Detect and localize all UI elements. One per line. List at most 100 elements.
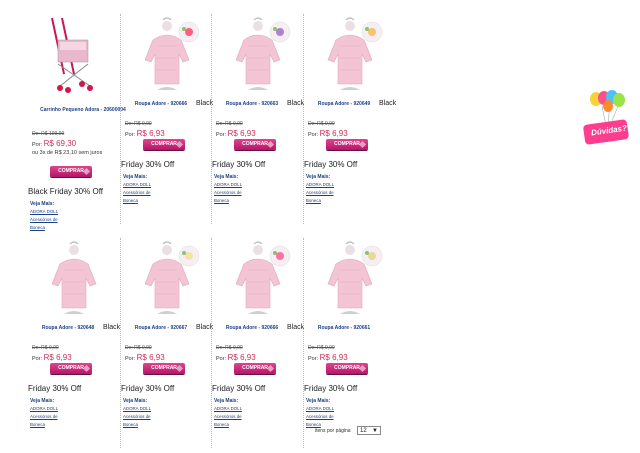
see-more-link[interactable]: ADORA DOLL xyxy=(214,182,242,187)
see-more-link[interactable]: ADORA DOLL xyxy=(30,406,58,411)
old-price: De: R$ 9,90 xyxy=(125,121,152,127)
product-image[interactable] xyxy=(314,238,384,320)
promo-word-black: Black xyxy=(379,100,397,107)
see-more-link[interactable]: Boneca xyxy=(214,422,229,427)
price-line: Por: R$ 6,93 xyxy=(125,353,165,362)
see-more-link[interactable]: Boneca xyxy=(123,422,138,427)
product-image[interactable] xyxy=(222,14,292,96)
buy-button[interactable]: COMPRAR xyxy=(326,139,368,150)
product-name[interactable]: Roupa Adore - 920663 xyxy=(214,101,290,107)
see-more-link[interactable]: Acessórios de xyxy=(306,414,334,419)
items-per-page-label: itens por página xyxy=(315,428,351,434)
product-card: Roupa Adore - 920648 Black De: R$ 9,90 Por:… xyxy=(28,238,120,448)
buy-button[interactable]: COMPRAR xyxy=(326,363,368,374)
old-price: De: R$ 9,90 xyxy=(216,121,243,127)
see-more-link[interactable]: Boneca xyxy=(306,198,321,203)
price-prefix: Por: xyxy=(308,356,319,362)
promo-label: Friday 30% Off xyxy=(212,384,266,393)
see-more-link[interactable]: Acessórios de xyxy=(214,414,242,419)
buy-button[interactable]: COMPRAR xyxy=(234,363,276,374)
product-name[interactable]: Roupa Adore - 920667 xyxy=(123,325,199,331)
see-more-label: Veja Mais: xyxy=(214,174,239,180)
see-more-label: Veja Mais: xyxy=(123,174,148,180)
current-price: R$ 6,93 xyxy=(136,129,165,138)
product-image[interactable] xyxy=(131,14,201,96)
product-name[interactable]: Roupa Adore - 920648 xyxy=(30,325,106,331)
product-card: Roupa Adore - 920667 Black De: R$ 9,90 Por:… xyxy=(120,238,213,448)
promo-label: Friday 30% Off xyxy=(121,160,175,169)
current-price: R$ 6,93 xyxy=(227,129,256,138)
see-more-link[interactable]: Acessórios de xyxy=(30,414,58,419)
help-balloons-button[interactable]: Dúvidas? xyxy=(582,90,632,152)
installments: ou 3x de R$ 23,10 sem juros xyxy=(32,150,103,156)
price-line: Por: R$ 6,93 xyxy=(216,353,256,362)
price-line: Por: R$ 6,93 xyxy=(125,129,165,138)
price-prefix: Por: xyxy=(32,356,43,362)
see-more-link[interactable]: ADORA DOLL xyxy=(306,406,334,411)
old-price: De: R$ 109,00 xyxy=(32,131,65,137)
old-price: De: R$ 9,90 xyxy=(308,345,335,351)
product-image[interactable] xyxy=(38,14,108,96)
buy-button[interactable]: COMPRAR xyxy=(143,139,185,150)
product-image[interactable] xyxy=(38,238,108,320)
promo-label: Black Friday 30% Off xyxy=(28,187,103,196)
items-per-page-value: 12 xyxy=(360,428,367,434)
see-more-link[interactable]: Boneca xyxy=(214,198,229,203)
see-more-link[interactable]: ADORA DOLL xyxy=(123,406,151,411)
see-more-link[interactable]: Acessórios de xyxy=(30,217,58,222)
promo-label: Friday 30% Off xyxy=(212,160,266,169)
current-price: R$ 69,30 xyxy=(43,139,77,148)
product-name[interactable]: Roupa Adore - 920666 xyxy=(214,325,290,331)
price-line: Por: R$ 69,30 xyxy=(32,139,76,148)
promo-label: Friday 30% Off xyxy=(28,384,82,393)
chevron-down-icon: ▼ xyxy=(372,428,378,434)
see-more-link[interactable]: Boneca xyxy=(123,198,138,203)
product-image[interactable] xyxy=(222,238,292,320)
product-name[interactable]: Roupa Adore - 920666 xyxy=(123,101,199,107)
promo-word-black: Black xyxy=(287,324,305,331)
see-more-link[interactable]: Acessórios de xyxy=(214,190,242,195)
product-image[interactable] xyxy=(131,238,201,320)
see-more-label: Veja Mais: xyxy=(214,398,239,404)
current-price: R$ 6,93 xyxy=(43,353,72,362)
current-price: R$ 6,93 xyxy=(227,353,256,362)
see-more-link[interactable]: ADORA DOLL xyxy=(123,182,151,187)
see-more-link[interactable]: ADORA DOLL xyxy=(306,182,334,187)
see-more-label: Veja Mais: xyxy=(306,174,331,180)
promo-label: Friday 30% Off xyxy=(304,160,358,169)
product-name[interactable]: Roupa Adore - 920661 xyxy=(306,325,382,331)
buy-button[interactable]: COMPRAR xyxy=(234,139,276,150)
product-card: Roupa Adore - 920649 Black De: R$ 9,90 Por:… xyxy=(303,14,396,224)
see-more-link[interactable]: Boneca xyxy=(30,225,45,230)
buy-button[interactable]: COMPRAR xyxy=(50,166,92,177)
promo-label: Friday 30% Off xyxy=(121,384,175,393)
see-more-link[interactable]: Boneca xyxy=(30,422,45,427)
product-card: Roupa Adore - 920666 Black De: R$ 9,90 Por:… xyxy=(211,238,304,448)
items-per-page-select[interactable]: 12 ▼ xyxy=(357,426,381,435)
product-name[interactable]: Roupa Adore - 920649 xyxy=(306,101,382,107)
see-more-link[interactable]: Acessórios de xyxy=(123,414,151,419)
promo-word-black: Black xyxy=(287,100,305,107)
old-price: De: R$ 9,90 xyxy=(125,345,152,351)
see-more-link[interactable]: Boneca xyxy=(306,422,321,427)
current-price: R$ 6,93 xyxy=(319,353,348,362)
buy-button[interactable]: COMPRAR xyxy=(143,363,185,374)
product-card: Roupa Adore - 920661 De: R$ 9,90 Por: R$ 6… xyxy=(303,238,388,448)
see-more-link[interactable]: Acessórios de xyxy=(306,190,334,195)
see-more-label: Veja Mais: xyxy=(123,398,148,404)
buy-button[interactable]: COMPRAR xyxy=(50,363,92,374)
price-prefix: Por: xyxy=(125,356,136,362)
see-more-link[interactable]: Acessórios de xyxy=(123,190,151,195)
see-more-label: Veja Mais: xyxy=(30,201,55,207)
current-price: R$ 6,93 xyxy=(319,129,348,138)
price-line: Por: R$ 6,93 xyxy=(308,353,348,362)
product-image[interactable] xyxy=(314,14,384,96)
promo-word-black: Black xyxy=(103,324,121,331)
see-more-link[interactable]: ADORA DOLL xyxy=(30,209,58,214)
product-row-2: Roupa Adore - 920648 Black De: R$ 9,90 Por:… xyxy=(28,238,398,453)
price-prefix: Por: xyxy=(308,132,319,138)
promo-label: Friday 30% Off xyxy=(304,384,358,393)
price-prefix: Por: xyxy=(32,142,43,148)
see-more-link[interactable]: ADORA DOLL xyxy=(214,406,242,411)
product-card: Roupa Adore - 920666 Black De: R$ 9,90 Por:… xyxy=(120,14,213,224)
